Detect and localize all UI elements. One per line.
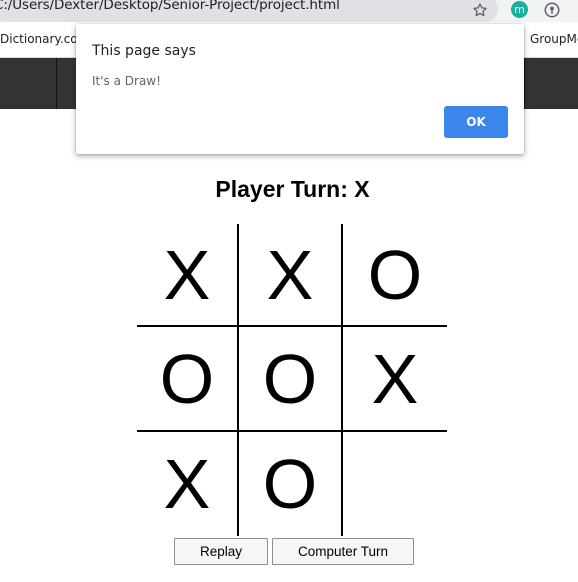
dialog-title: This page says [92,43,196,59]
nav-item[interactable] [0,58,57,109]
board-cell[interactable]: O [239,432,343,536]
password-extension-icon[interactable] [542,0,562,20]
computer-turn-button[interactable]: Computer Turn [272,538,414,565]
board-cell[interactable] [343,432,447,536]
board-cell[interactable]: O [239,327,343,432]
board-cell[interactable]: X [343,327,447,432]
alert-dialog: This page says It's a Draw! OK [76,24,524,154]
tic-tac-toe-board: X X O O O X X O [137,224,447,536]
bookmark-item[interactable]: GroupMe [530,32,578,46]
player-turn-heading: Player Turn: X [215,176,370,202]
board-cell[interactable]: X [137,432,239,536]
browser-toolbar: C:/Users/Dexter/Desktop/Senior-Project/p… [0,0,578,22]
dialog-message: It's a Draw! [92,74,161,88]
url-text[interactable]: C:/Users/Dexter/Desktop/Senior-Project/p… [0,0,340,13]
address-bar[interactable]: C:/Users/Dexter/Desktop/Senior-Project/p… [0,0,498,22]
replay-button[interactable]: Replay [174,538,268,565]
board-cell[interactable]: X [239,224,343,327]
board-cell[interactable]: X [137,224,239,327]
board-cell[interactable]: O [137,327,239,432]
ok-button[interactable]: OK [444,106,508,138]
extension-m-icon[interactable]: m [511,1,528,18]
bookmark-star-icon[interactable] [470,0,490,20]
board-cell[interactable]: O [343,224,447,327]
